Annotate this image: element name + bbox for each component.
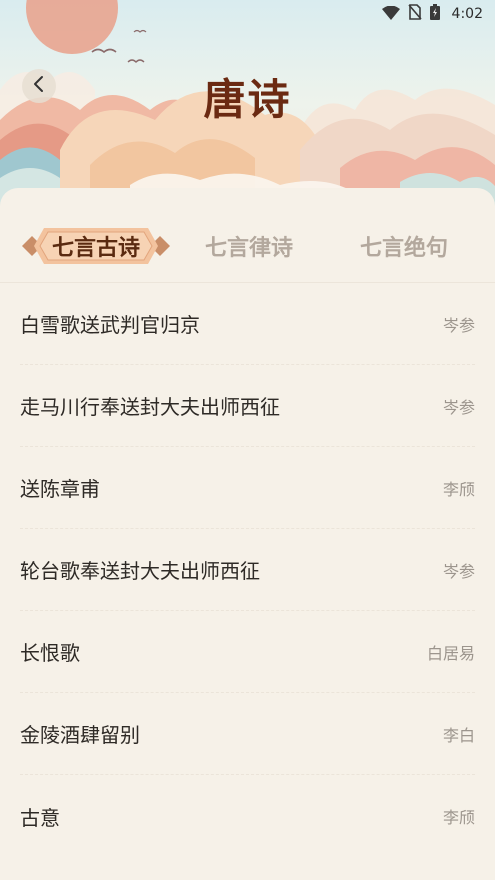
list-item[interactable]: 古意 李颀 <box>20 775 475 857</box>
status-time: 4:02 <box>451 6 483 22</box>
poem-title: 送陈章甫 <box>20 477 100 501</box>
tab-bar: 七言古诗 七言律诗 七言绝句 <box>0 188 495 282</box>
status-bar: 4:02 <box>0 0 495 28</box>
tab-label: 七言绝句 <box>359 235 448 261</box>
list-item[interactable]: 走马川行奉送封大夫出师西征 岑参 <box>20 365 475 447</box>
content-panel: 七言古诗 七言律诗 七言绝句 白雪歌送武判官归京 岑参 走马川行奉送封大夫出师西… <box>0 188 495 880</box>
poem-title: 古意 <box>20 805 60 830</box>
poem-author: 岑参 <box>442 397 475 417</box>
poem-title: 白雪歌送武判官归京 <box>20 313 200 337</box>
poem-author: 李白 <box>442 725 475 745</box>
tab-qiyan-jueju[interactable]: 七言绝句 <box>330 228 478 264</box>
poem-title: 金陵酒肆留别 <box>20 723 140 747</box>
list-item[interactable]: 金陵酒肆留别 李白 <box>20 693 475 775</box>
page-title: 唐诗 <box>203 75 292 124</box>
list-item[interactable]: 长恨歌 白居易 <box>20 611 475 693</box>
poem-author: 李颀 <box>442 479 475 499</box>
poem-list: 白雪歌送武判官归京 岑参 走马川行奉送封大夫出师西征 岑参 送陈章甫 李颀 轮台… <box>0 282 495 857</box>
list-item[interactable]: 轮台歌奉送封大夫出师西征 岑参 <box>20 529 475 611</box>
list-item[interactable]: 送陈章甫 李颀 <box>20 447 475 529</box>
poem-title: 轮台歌奉送封大夫出师西征 <box>20 559 260 583</box>
no-sim-icon <box>407 4 422 24</box>
poem-title: 长恨歌 <box>20 641 80 665</box>
poem-author: 白居易 <box>426 643 475 663</box>
poem-author: 李颀 <box>442 808 475 827</box>
tab-qiyan-lvshi[interactable]: 七言律诗 <box>175 228 323 264</box>
tab-label: 七言律诗 <box>204 235 293 261</box>
poem-title: 走马川行奉送封大夫出师西征 <box>20 395 280 419</box>
poem-author: 岑参 <box>442 315 475 335</box>
battery-icon <box>429 4 440 24</box>
wifi-icon <box>381 5 400 24</box>
tab-qiyan-gushi[interactable]: 七言古诗 <box>22 228 170 264</box>
list-item[interactable]: 白雪歌送武判官归京 岑参 <box>20 283 475 365</box>
poem-author: 岑参 <box>442 561 475 581</box>
tab-label: 七言古诗 <box>51 235 140 261</box>
